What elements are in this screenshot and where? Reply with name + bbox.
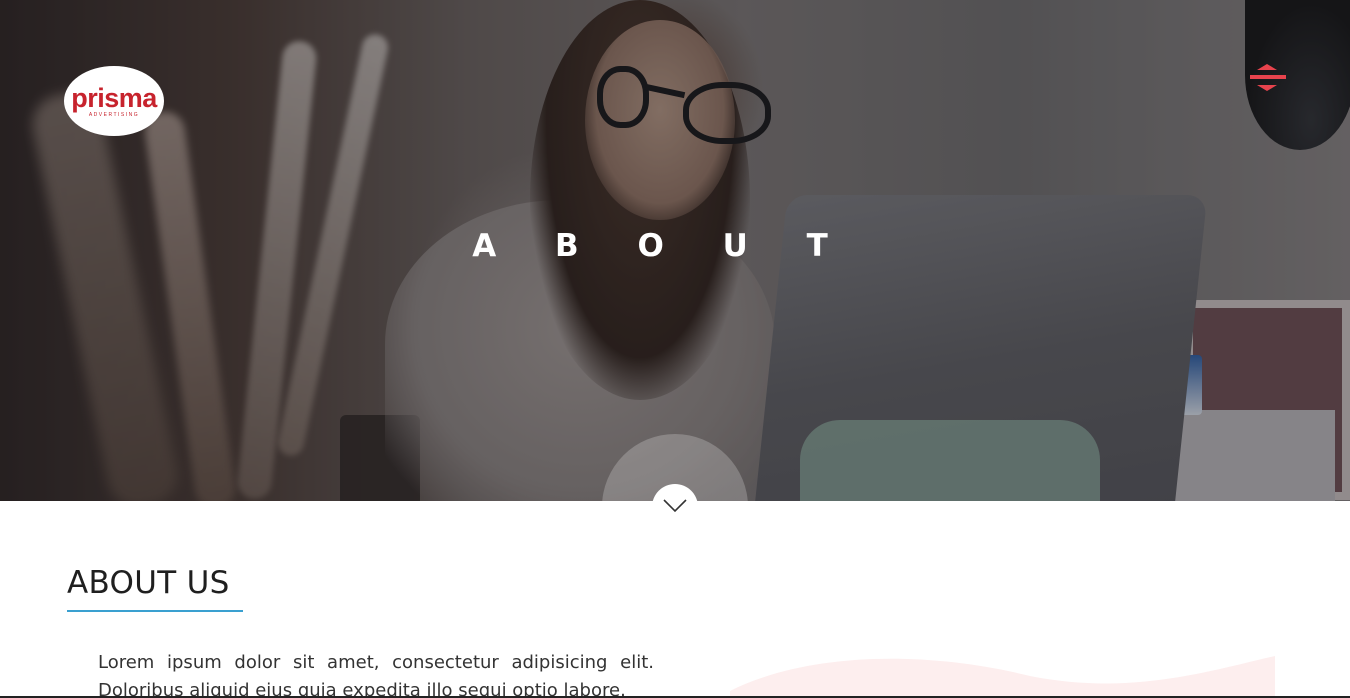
- scroll-down-button[interactable]: [652, 484, 698, 530]
- menu-icon-bottom: [1257, 85, 1277, 91]
- hero-banner: prisma ADVERTISING A B O U T: [0, 0, 1350, 501]
- menu-icon-top: [1257, 64, 1277, 70]
- section-heading: ABOUT US: [67, 565, 230, 601]
- menu-icon-bar: [1250, 75, 1286, 79]
- hamburger-menu-icon[interactable]: [1248, 64, 1286, 94]
- logo-tagline: ADVERTISING: [88, 111, 140, 118]
- decorative-wave: [730, 656, 1275, 698]
- hero-title: A B O U T: [472, 228, 852, 264]
- heading-underline: [67, 610, 243, 612]
- chevron-down-icon: [663, 499, 687, 513]
- brand-logo[interactable]: prisma ADVERTISING: [64, 66, 164, 136]
- about-paragraph: Lorem ipsum dolor sit amet, consectetur …: [98, 652, 654, 698]
- about-section: ABOUT US Lorem ipsum dolor sit amet, con…: [0, 501, 1350, 698]
- logo-wordmark: prisma: [71, 82, 157, 113]
